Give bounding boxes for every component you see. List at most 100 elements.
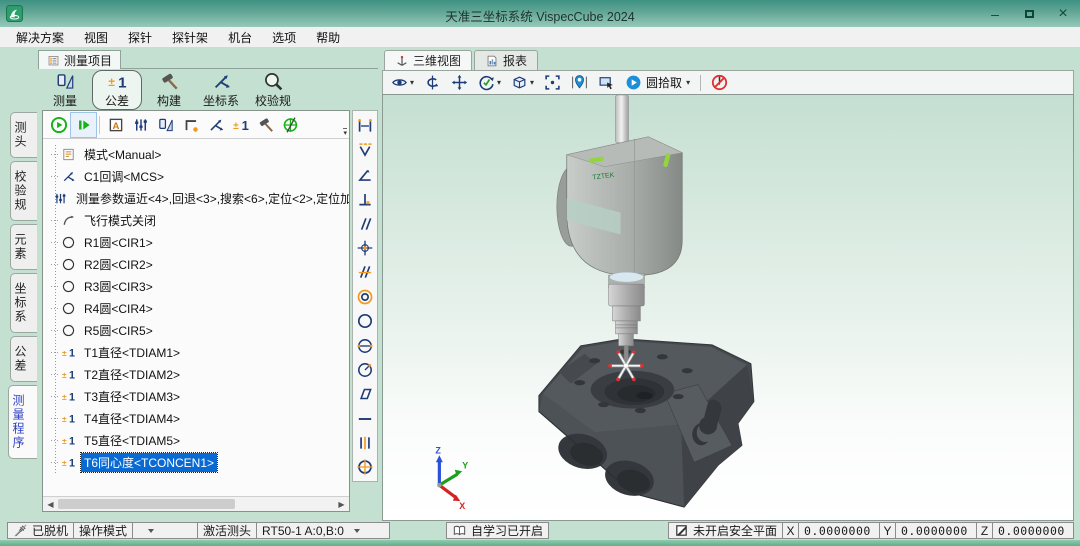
verify-button[interactable] — [278, 113, 303, 137]
maximize-button[interactable] — [1020, 5, 1038, 23]
tolerance-concentricity-button[interactable] — [354, 286, 376, 308]
tolerance-symmetry-button[interactable] — [354, 432, 376, 454]
side-tab-0[interactable]: 测头 — [10, 112, 37, 158]
tree-item[interactable]: R4圆<CIR4> — [43, 297, 349, 319]
tree-item[interactable]: ±1T6同心度<TCONCEN1> — [43, 451, 349, 473]
menu-item-2[interactable]: 探针 — [118, 27, 162, 48]
rotate-view-button[interactable] — [421, 73, 444, 92]
ribbon-button-1[interactable]: ±1公差 — [92, 70, 142, 110]
close-button[interactable]: × — [1054, 5, 1072, 23]
tree-item[interactable]: ±1T5直径<TDIAM5> — [43, 429, 349, 451]
tree-item[interactable]: 飞行模式关闭 — [43, 209, 349, 231]
view-direction-button[interactable]: ▾ — [388, 73, 417, 92]
scroll-right-icon[interactable]: ▶ — [334, 497, 349, 511]
menu-item-0[interactable]: 解决方案 — [6, 27, 74, 48]
axis-z-label: Z — [435, 445, 441, 455]
tree-item[interactable]: R3圆<CIR3> — [43, 275, 349, 297]
minimize-button[interactable]: – — [986, 5, 1004, 23]
program-tree-panel: A ±1 ▾ 模式<Manual>C1回调<MCS>测量参数逼近<4>,回退<3>,… — [42, 110, 350, 512]
measure-parameters-button[interactable] — [128, 113, 153, 137]
tolerance-button[interactable]: ±1 — [228, 113, 253, 137]
tree-item-icon — [61, 323, 76, 338]
tree-item-icon: ±1 — [61, 455, 76, 470]
tree-item[interactable]: R2圆<CIR2> — [43, 253, 349, 275]
scrollbar-thumb[interactable] — [58, 499, 235, 509]
svg-text:A: A — [112, 120, 119, 131]
tree-item[interactable]: ±1T1直径<TDIAM1> — [43, 341, 349, 363]
tree-item[interactable]: ±1T4直径<TDIAM4> — [43, 407, 349, 429]
side-tab-1[interactable]: 校验规 — [10, 161, 37, 221]
tree-item[interactable]: 测量参数逼近<4>,回退<3>,搜索<6>,定位<2>,定位加<2>,测 — [43, 187, 349, 209]
tolerance-straightness-button[interactable] — [354, 408, 376, 430]
svg-text:±: ± — [62, 435, 67, 445]
probe-head: TZTEK — [557, 95, 682, 365]
active-probe-select[interactable]: RT50-1 A:0,B:0 — [256, 522, 390, 539]
op-mode-select[interactable] — [132, 522, 198, 539]
tolerance-distance-button[interactable] — [354, 115, 376, 137]
tolerance-cylindricity-button[interactable] — [354, 335, 376, 357]
scroll-left-icon[interactable]: ◀ — [43, 497, 58, 511]
menu-item-1[interactable]: 视图 — [74, 27, 118, 48]
tab-measure-project[interactable]: 测量项目 — [38, 50, 121, 69]
view-direction-icon — [391, 74, 408, 91]
side-tab-2[interactable]: 元素 — [10, 224, 37, 270]
construct-button[interactable] — [253, 113, 278, 137]
tolerance-flatness-button[interactable] — [354, 383, 376, 405]
ribbon-button-4[interactable]: 校验规 — [248, 70, 298, 110]
fit-view-button[interactable] — [541, 73, 564, 92]
fit-view-icon — [544, 74, 561, 91]
tolerance-position-button[interactable] — [354, 237, 376, 259]
circle-pick-button[interactable]: 圆拾取▾ — [622, 73, 693, 92]
measure-button[interactable] — [153, 113, 178, 137]
ribbon-button-2[interactable]: 构建 — [144, 70, 194, 110]
menu-item-6[interactable]: 帮助 — [306, 27, 350, 48]
run-step-button[interactable] — [71, 113, 96, 137]
tolerance-icon: ±1 — [232, 116, 250, 134]
tree-item[interactable]: ±1T2直径<TDIAM2> — [43, 363, 349, 385]
caliper-icon — [55, 71, 76, 92]
window-select-button[interactable] — [595, 73, 618, 92]
feature-corner-button[interactable] — [178, 113, 203, 137]
tree-item[interactable]: 模式<Manual> — [43, 143, 349, 165]
side-tab-4[interactable]: 公差 — [10, 336, 37, 382]
tree-item[interactable]: C1回调<MCS> — [43, 165, 349, 187]
svg-text:±: ± — [62, 413, 67, 423]
menu-item-5[interactable]: 选项 — [262, 27, 306, 48]
run-program-button[interactable] — [46, 113, 71, 137]
pan-view-button[interactable] — [448, 73, 471, 92]
view-cube-button[interactable]: ▾ — [508, 73, 537, 92]
tolerance-perpendicularity-button[interactable] — [354, 188, 376, 210]
3d-viewport[interactable]: TZTEK — [382, 94, 1074, 521]
svg-text:1: 1 — [69, 457, 75, 469]
locate-feature-button[interactable] — [568, 73, 591, 92]
app-logo-icon — [6, 5, 23, 22]
toolbar-overflow-button[interactable]: ▾ — [343, 128, 347, 137]
self-learn-icon — [452, 523, 467, 538]
tree-item[interactable]: R1圆<CIR1> — [43, 231, 349, 253]
horizontal-scrollbar[interactable]: ◀ ▶ — [43, 496, 349, 511]
view-tab-1[interactable]: 报表 — [474, 50, 538, 70]
menu-item-4[interactable]: 机台 — [218, 27, 262, 48]
axis-triad: Z Y X — [435, 445, 468, 511]
coordinate-system-button[interactable] — [203, 113, 228, 137]
tolerance-parallelism-button[interactable] — [354, 213, 376, 235]
side-tab-5[interactable]: 测量程序 — [8, 385, 37, 459]
orbit-view-button[interactable]: ▾ — [475, 73, 504, 92]
auto-feature-button[interactable]: A — [103, 113, 128, 137]
tree-item[interactable]: R5圆<CIR5> — [43, 319, 349, 341]
tree-item[interactable]: ±1T3直径<TDIAM3> — [43, 385, 349, 407]
svg-text:±: ± — [62, 369, 67, 379]
tolerance-angularity-button[interactable] — [354, 261, 376, 283]
tolerance-runout-button[interactable] — [354, 359, 376, 381]
collision-disabled-button[interactable] — [708, 73, 731, 92]
tolerance-angle-between-button[interactable] — [354, 139, 376, 161]
side-tab-3[interactable]: 坐标系 — [10, 273, 37, 333]
self-learn-status: 自学习已开启 — [446, 522, 549, 539]
menu-item-3[interactable]: 探针架 — [162, 27, 218, 48]
view-tab-0[interactable]: 三维视图 — [384, 50, 472, 70]
tolerance-circularity-button[interactable] — [354, 310, 376, 332]
tolerance-angle-button[interactable] — [354, 164, 376, 186]
ribbon-button-3[interactable]: 坐标系 — [196, 70, 246, 110]
tolerance-true-position-button[interactable] — [354, 456, 376, 478]
ribbon-button-0[interactable]: 测量 — [40, 70, 90, 110]
